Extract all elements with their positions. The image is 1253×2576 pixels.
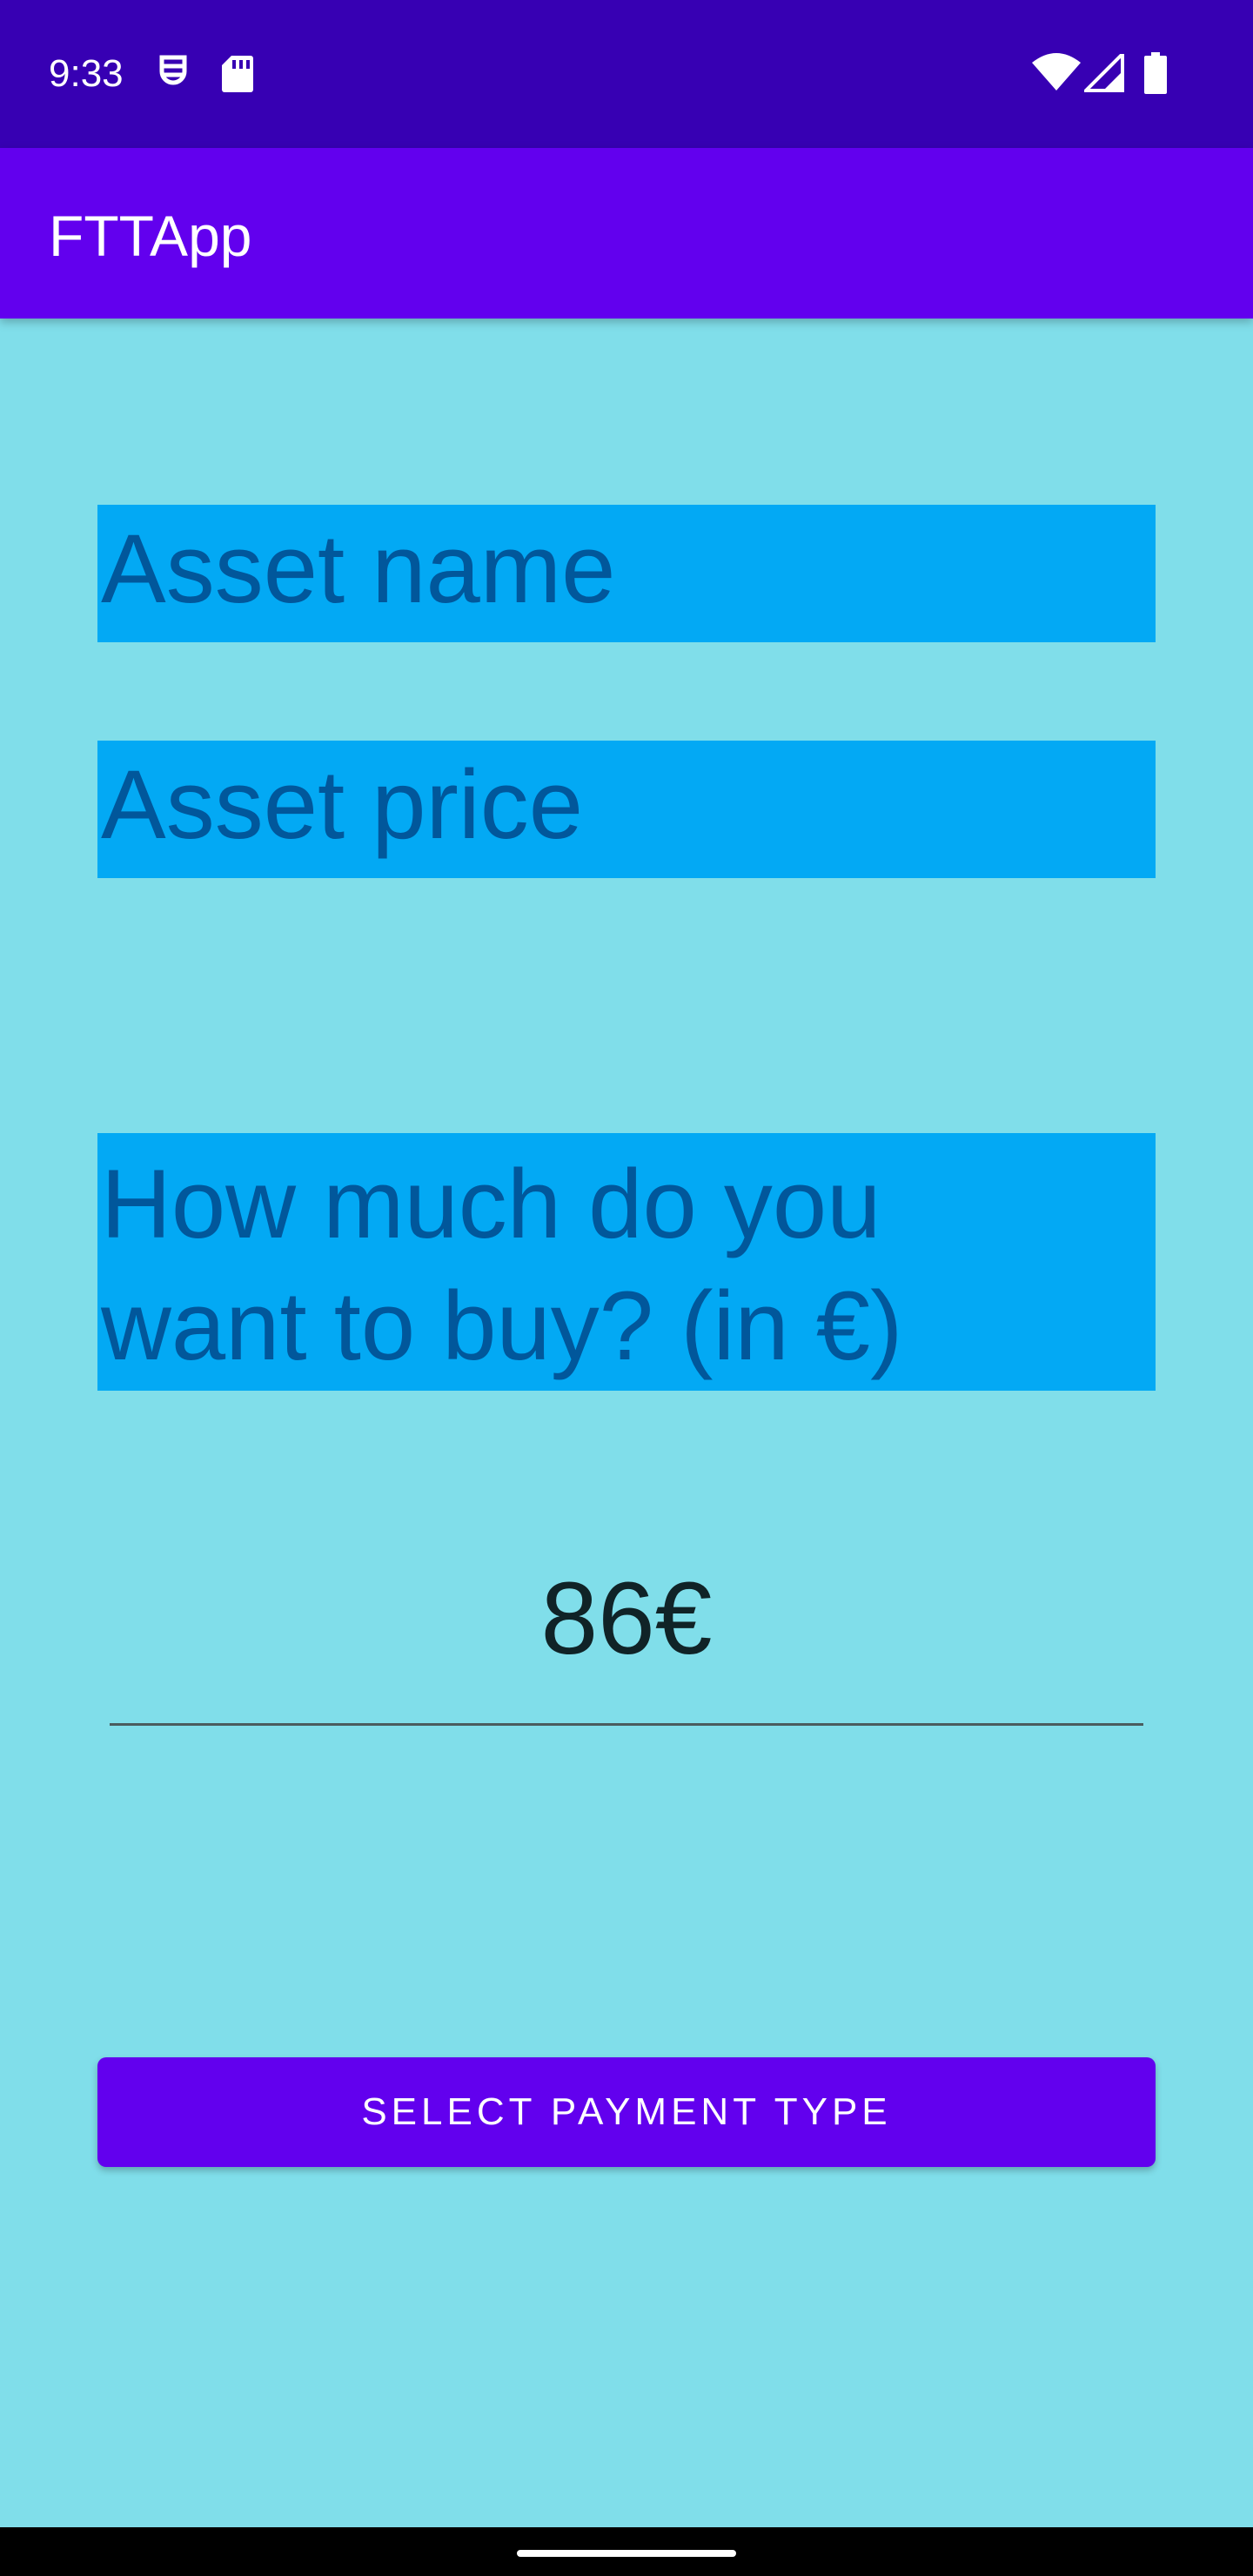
amount-question-label: How much do you want to buy? (in €) bbox=[101, 1150, 903, 1380]
status-bar: 9:33 bbox=[0, 0, 1253, 148]
home-indicator[interactable] bbox=[517, 2550, 736, 2557]
sd-card-icon bbox=[221, 54, 254, 98]
amount-question-field: How much do you want to buy? (in €) bbox=[97, 1133, 1156, 1391]
amount-input[interactable]: 86€ bbox=[110, 1532, 1143, 1726]
battery-icon bbox=[1143, 52, 1168, 98]
app-bar: FTTApp bbox=[0, 148, 1253, 319]
debug-icon bbox=[155, 54, 191, 98]
asset-price-label: Asset price bbox=[101, 750, 583, 859]
asset-name-label: Asset name bbox=[101, 514, 616, 623]
navigation-bar bbox=[0, 2527, 1253, 2576]
wifi-icon bbox=[1032, 52, 1081, 95]
select-payment-type-button[interactable]: SELECT PAYMENT TYPE bbox=[97, 2057, 1156, 2167]
asset-name-field: Asset name bbox=[97, 505, 1156, 642]
asset-price-field: Asset price bbox=[97, 741, 1156, 878]
status-time: 9:33 bbox=[49, 52, 124, 95]
app-title: FTTApp bbox=[49, 204, 252, 268]
cell-signal-icon bbox=[1082, 50, 1124, 97]
